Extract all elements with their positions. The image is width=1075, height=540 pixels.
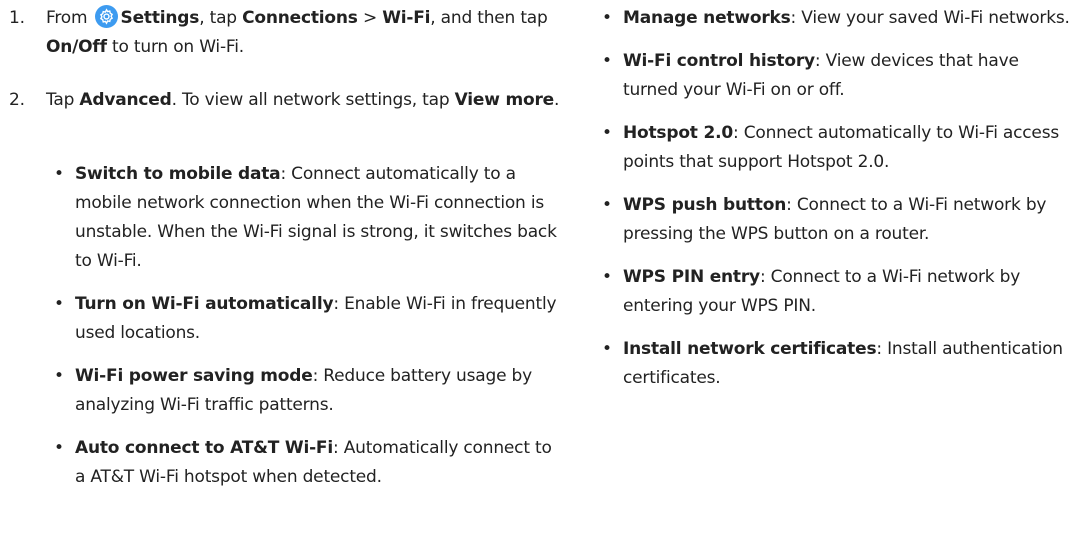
step-text: to turn on Wi-Fi. xyxy=(112,37,244,57)
list-item: • Wi-Fi control history: View devices tha… xyxy=(594,47,1075,105)
list-item: • Auto connect to AT&T Wi-Fi: Automatical… xyxy=(46,434,560,492)
advanced-options-list: • Switch to mobile data: Connect automati… xyxy=(46,160,560,506)
option-term: WPS push button xyxy=(623,195,787,215)
option-term: Wi-Fi power saving mode xyxy=(75,366,313,386)
list-item: • Hotspot 2.0: Connect automatically to W… xyxy=(594,119,1075,177)
list-item: • Switch to mobile data: Connect automati… xyxy=(46,160,560,276)
step-text: Tap xyxy=(46,90,75,110)
bullet: • xyxy=(602,267,612,287)
bullet: • xyxy=(602,8,612,28)
option-term: Turn on Wi-Fi automatically xyxy=(75,294,334,314)
step-text: . xyxy=(554,90,560,110)
option-term: Hotspot 2.0 xyxy=(623,123,733,143)
wifi-label: Wi-Fi xyxy=(382,8,431,28)
bullet: • xyxy=(602,51,612,71)
option-term: Manage networks xyxy=(623,8,791,28)
bullet: • xyxy=(602,123,612,143)
list-item: • Manage networks: View your saved Wi-Fi … xyxy=(594,4,1075,33)
option-term: WPS PIN entry xyxy=(623,267,760,287)
step-number: 1. xyxy=(9,8,25,28)
step-text: . To view all network settings, tap xyxy=(171,90,450,110)
manual-page: 1. From Settings, tap Connections > Wi-F… xyxy=(0,0,1075,540)
bullet: • xyxy=(54,294,64,314)
option-desc: : View your saved Wi-Fi networks. xyxy=(790,8,1070,28)
option-term: Switch to mobile data xyxy=(75,164,281,184)
option-term: Wi-Fi control history xyxy=(623,51,815,71)
bullet: • xyxy=(54,164,64,184)
separator: > xyxy=(357,8,383,28)
step-2: 2. Tap Advanced. To view all network set… xyxy=(0,86,606,115)
bullet: • xyxy=(602,339,612,359)
list-item: • Turn on Wi-Fi automatically: Enable Wi-… xyxy=(46,290,560,348)
bullet: • xyxy=(54,438,64,458)
bullet: • xyxy=(602,195,612,215)
gear-icon xyxy=(94,5,118,28)
view-more-label: View more xyxy=(454,90,555,110)
list-item: • Wi-Fi power saving mode: Reduce battery… xyxy=(46,362,560,420)
list-item: • Install network certificates: Install a… xyxy=(594,335,1075,393)
step-1: 1. From Settings, tap Connections > Wi-F… xyxy=(0,4,606,62)
option-term: Install network certificates xyxy=(623,339,877,359)
connections-label: Connections xyxy=(242,8,358,28)
advanced-label: Advanced xyxy=(79,90,172,110)
onoff-label: On/Off xyxy=(46,37,107,57)
advanced-options-list-continued: • Manage networks: View your saved Wi-Fi … xyxy=(594,4,1075,407)
step-text: , tap xyxy=(199,8,237,28)
option-term: Auto connect to AT&T Wi-Fi xyxy=(75,438,333,458)
list-item: • WPS PIN entry: Connect to a Wi-Fi netwo… xyxy=(594,263,1075,321)
settings-label: Settings xyxy=(120,8,200,28)
step-number: 2. xyxy=(9,90,25,110)
list-item: • WPS push button: Connect to a Wi-Fi net… xyxy=(594,191,1075,249)
step-text: , and then tap xyxy=(430,8,548,28)
bullet: • xyxy=(54,366,64,386)
step-text: From xyxy=(46,8,88,28)
